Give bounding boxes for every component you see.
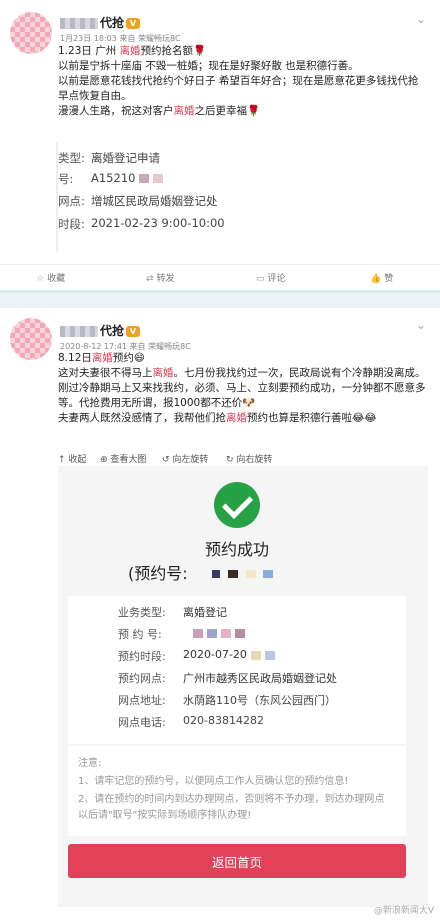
appointment-image[interactable]: 类型: 离婚登记申请 号: A15210 网点: 增城区民政局婚姻登记处 时段: 202… [58, 142, 225, 252]
appointment-screenshot[interactable]: 预约成功 (预约号: 业务类型: 离婚登记 预 约 号: 预约时段: 2020-07… [58, 466, 428, 907]
notice-line: 以后请"取号"按实际到场顺序排队办理! [78, 810, 252, 821]
comment-icon: ▭ [256, 274, 265, 284]
rotate-right-button[interactable]: ↻ 向右旋转 [226, 452, 272, 465]
detail-label: 预 约 号: [118, 628, 162, 641]
reservation-label: (预约号: [128, 564, 188, 583]
card-label: 网点: [58, 194, 85, 208]
dog-emoji-icon: 🐶 [242, 397, 256, 409]
rotate-left-button[interactable]: ↺ 向左旋转 [162, 452, 208, 465]
notice-title: 注意: [78, 758, 102, 769]
username-text[interactable]: 代抢 [100, 16, 124, 30]
detail-value: 广州市越秀区民政局婚姻登记处 [183, 672, 337, 685]
vip-badge-icon: V [126, 18, 141, 29]
back-home-button[interactable]: 返回首页 [68, 844, 406, 878]
rotate-left-icon: ↺ [162, 455, 170, 465]
appointment-details: 业务类型: 离婚登记 预 约 号: 预约时段: 2020-07-20 预约网点: 广州… [68, 596, 406, 744]
image-toolbar: ↑ 收起 ⊕ 查看大图 ↺ 向左旋转 ↻ 向右旋转 [0, 452, 440, 466]
repost-button[interactable]: ⇄ 转发 [146, 271, 175, 284]
card-label: 号: [58, 172, 74, 186]
avatar[interactable] [10, 12, 52, 54]
chevron-down-icon[interactable]: ⌄ [416, 12, 426, 26]
collapse-button[interactable]: ↑ 收起 [58, 452, 86, 465]
avatar[interactable] [10, 318, 52, 360]
username[interactable]: 代抢 V [60, 322, 141, 339]
vip-badge-icon: V [126, 326, 141, 337]
post-text: 1.23日 广州 离婚预约抢名额🌹 以前是宁拆十座庙 不毁一桩婚；现在是好聚好散… [58, 45, 419, 117]
chevron-down-icon[interactable]: ⌄ [416, 318, 426, 332]
comment-button[interactable]: ▭ 评论 [256, 271, 286, 284]
detail-value: 020-83814282 [183, 714, 264, 727]
detail-label: 业务类型: [118, 606, 166, 619]
detail-label: 预约网点: [118, 672, 166, 685]
post-divider [0, 290, 440, 308]
card-value: 增城区民政局婚姻登记处 [91, 194, 218, 208]
rotate-right-icon: ↻ [226, 455, 234, 465]
post-action-bar: ☆ 收藏 ⇄ 转发 ▭ 评论 👍 赞 [0, 264, 440, 290]
weibo-post-1: 代抢 V 1月23日 18:03 来自 荣耀畅玩8C ⌄ 1.23日 广州 离婚预… [0, 0, 440, 290]
card-label: 时段: [58, 217, 85, 231]
rose-emoji-icon: 🌹 [193, 45, 207, 57]
star-icon: ☆ [36, 274, 45, 284]
detail-value: 水荫路110号（东风公园西门） [183, 694, 336, 707]
notice-line: 2、请在预约的时间内到达办理网点，否则将不予办理，到达办理网点 [78, 794, 385, 805]
detail-label: 预约时段: [118, 650, 166, 663]
username[interactable]: 代抢 V [60, 14, 141, 31]
collapse-icon: ↑ [58, 455, 66, 465]
thumbs-up-icon: 👍 [370, 274, 382, 284]
grin-emoji-icon: 😄 [133, 352, 145, 364]
card-value: 2021-02-23 9:00-10:00 [91, 216, 225, 230]
detail-label: 网点电话: [118, 716, 166, 729]
card-label: 类型: [58, 151, 85, 165]
zoom-icon: ⊕ [100, 455, 108, 465]
card-value: A15210 [91, 171, 164, 185]
detail-label: 网点地址: [118, 694, 166, 707]
success-title: 预约成功 [204, 540, 269, 559]
notice-section: 注意: 1、请牢记您的预约号，以便网点工作人员确认您的预约信息! 2、请在预约的… [68, 746, 406, 836]
detail-value [183, 626, 245, 639]
mosaic [153, 174, 164, 183]
check-circle-icon [214, 482, 260, 528]
detail-value: 离婚登记 [183, 606, 227, 619]
laugh-emoji-icon: 😂😂 [352, 412, 377, 424]
mosaic [139, 174, 150, 183]
post-text: 8.12日离婚预约😄 这对夫妻很不得马上离婚。七月份我找约过一次，民政局说有个冷… [58, 352, 426, 424]
like-button[interactable]: 👍 赞 [370, 271, 393, 284]
repost-icon: ⇄ [146, 274, 154, 284]
card-value: 离婚登记申请 [91, 151, 160, 165]
post-timestamp: 1月23日 18:03 来自 荣耀畅玩8C [60, 34, 181, 43]
favorite-button[interactable]: ☆ 收藏 [36, 271, 65, 284]
rose-emoji-icon: 🌹 [247, 105, 261, 117]
view-large-button[interactable]: ⊕ 查看大图 [100, 452, 146, 465]
username-text[interactable]: 代抢 [100, 324, 124, 338]
watermark: @新浪新闻大V [373, 906, 434, 916]
detail-value: 2020-07-20 [183, 648, 275, 661]
notice-line: 1、请牢记您的预约号，以便网点工作人员确认您的预约信息! [78, 776, 349, 787]
mosaic [208, 566, 274, 580]
